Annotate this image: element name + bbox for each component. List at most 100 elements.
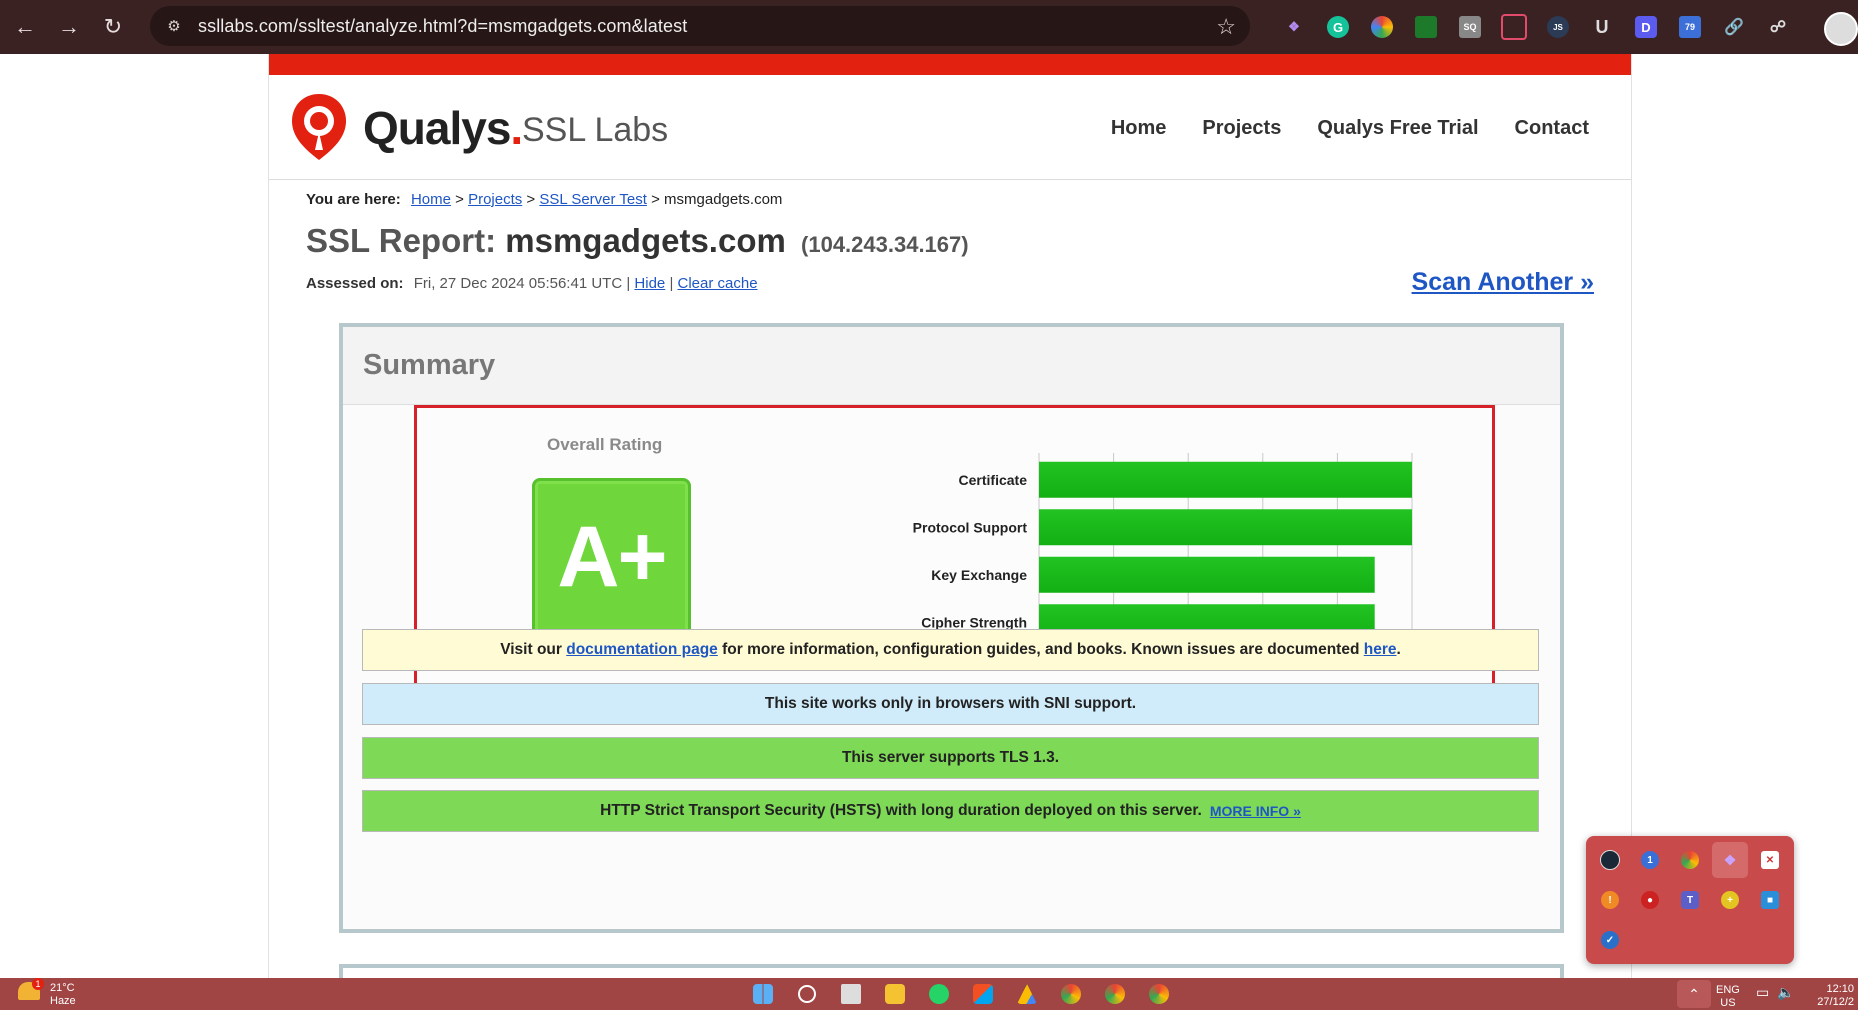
windows-start-icon[interactable]	[748, 980, 778, 1008]
language-indicator[interactable]: ENG US	[1716, 984, 1740, 1010]
clock-time: 12:10	[1826, 983, 1854, 995]
chevron-up-icon[interactable]: ⌃	[1677, 980, 1711, 1008]
weather-icon: 1	[18, 978, 44, 1000]
task-view-icon[interactable]	[836, 980, 866, 1008]
weather-widget[interactable]: 1 21°C Haze	[18, 978, 76, 1008]
breadcrumb-home[interactable]: Home	[411, 191, 451, 208]
page-title: SSL Report: msmgadgets.com (104.243.34.1…	[306, 222, 969, 259]
x-tray-icon[interactable]: ✕	[1752, 842, 1788, 878]
hsts-note: HTTP Strict Transport Security (HSTS) wi…	[362, 790, 1539, 832]
url-text[interactable]: ssllabs.com/ssltest/analyze.html?d=msmga…	[198, 16, 687, 37]
antivirus-tray-icon[interactable]: ●	[1632, 882, 1668, 918]
grade-badge: A+	[532, 478, 691, 637]
report-ip: (104.243.34.167)	[801, 232, 969, 257]
nav-free-trial[interactable]: Qualys Free Trial	[1317, 117, 1478, 140]
counter-extension-icon[interactable]: 79	[1671, 8, 1709, 46]
tls-note: This server supports TLS 1.3.	[362, 737, 1539, 779]
chrome-profile-2-icon[interactable]	[1100, 980, 1130, 1008]
browser-toolbar: ← → ↻ ⚙ ssllabs.com/ssltest/analyze.html…	[0, 0, 1858, 54]
site-info-icon[interactable]: ⚙	[164, 16, 184, 36]
nav-contact[interactable]: Contact	[1515, 117, 1589, 140]
overall-rating-label: Overall Rating	[547, 435, 663, 454]
chrome-profile-3-icon[interactable]	[1144, 980, 1174, 1008]
breadcrumb-ssl-server-test[interactable]: SSL Server Test	[539, 191, 647, 208]
scan-another-link[interactable]: Scan Another »	[1412, 268, 1594, 297]
network-tray-icon[interactable]: ■	[1752, 882, 1788, 918]
color-extension-icon[interactable]	[1363, 8, 1401, 46]
google-drive-icon[interactable]	[1012, 980, 1042, 1008]
bar	[1039, 556, 1375, 593]
bar	[1039, 461, 1412, 498]
site-header: Qualys. SSL Labs Home Projects Qualys Fr…	[269, 75, 1631, 180]
forward-icon[interactable]: →	[50, 8, 88, 46]
category-label: Certificate	[959, 472, 1028, 488]
search-icon[interactable]	[792, 980, 822, 1008]
whatsapp-icon[interactable]	[924, 980, 954, 1008]
bar	[1039, 509, 1412, 546]
extensions-tray: ❖ G SQ JS U D 79 🔗 ☍	[1275, 8, 1797, 46]
tree-extension-icon[interactable]	[1407, 8, 1445, 46]
summary-title: Summary	[363, 349, 496, 381]
breadcrumb-current: msmgadgets.com	[664, 191, 783, 208]
grade-text: A+	[557, 509, 667, 605]
feather-extension-icon[interactable]: ❖	[1275, 8, 1313, 46]
file-explorer-icon[interactable]	[880, 980, 910, 1008]
clock-date: 27/12/2	[1817, 996, 1854, 1008]
display-icon[interactable]: ▭	[1756, 984, 1769, 1001]
report-domain: msmgadgets.com	[505, 222, 786, 259]
system-tray: ▭ 🔈	[1756, 984, 1795, 1001]
nav-projects[interactable]: Projects	[1202, 117, 1281, 140]
seoquake-extension-icon[interactable]: SQ	[1451, 8, 1489, 46]
d-extension-icon[interactable]: D	[1627, 8, 1665, 46]
grammarly-extension-icon[interactable]: G	[1319, 8, 1357, 46]
taskbar: 1 21°C Haze ⌃ ENG US ▭ 🔈 12:10 27/12/2	[0, 978, 1858, 1010]
bookmark-star-icon[interactable]: ☆	[1216, 14, 1236, 40]
feather-tray-icon[interactable]: ❖	[1712, 842, 1748, 878]
weather-desc: Haze	[50, 995, 76, 1007]
category-label: Key Exchange	[931, 567, 1027, 583]
reload-icon[interactable]: ↻	[94, 8, 132, 46]
breadcrumb: You are here: Home > Projects > SSL Serv…	[306, 191, 783, 208]
profile-avatar[interactable]	[1824, 12, 1858, 46]
logo-subtitle: SSL Labs	[522, 111, 669, 149]
sync-tray-icon[interactable]: ✓	[1592, 922, 1628, 958]
u-extension-icon[interactable]: U	[1583, 8, 1621, 46]
taskbar-apps	[748, 980, 1174, 1008]
sni-note: This site works only in browsers with SN…	[362, 683, 1539, 725]
chrome-tray-icon[interactable]	[1672, 842, 1708, 878]
alert-tray-icon[interactable]: !	[1592, 882, 1628, 918]
steam-tray-icon[interactable]	[1592, 842, 1628, 878]
teams-tray-icon[interactable]: T	[1672, 882, 1708, 918]
breadcrumb-prefix: You are here:	[306, 191, 401, 208]
assessed-line: Assessed on: Fri, 27 Dec 2024 05:56:41 U…	[306, 275, 758, 292]
logo-wordmark[interactable]: Qualys.	[363, 101, 523, 155]
weather-temp: 21°C	[50, 982, 75, 994]
summary-header: Summary	[343, 327, 1560, 405]
address-bar[interactable]: ⚙ ssllabs.com/ssltest/analyze.html?d=msm…	[150, 6, 1250, 46]
store-icon[interactable]	[968, 980, 998, 1008]
back-icon[interactable]: ←	[6, 8, 44, 46]
hide-link[interactable]: Hide	[634, 275, 665, 292]
nav-home[interactable]: Home	[1111, 117, 1167, 140]
js-extension-icon[interactable]: JS	[1539, 8, 1577, 46]
chrome-profile-1-icon[interactable]	[1056, 980, 1086, 1008]
brand-strip	[269, 54, 1631, 75]
breadcrumb-projects[interactable]: Projects	[468, 191, 522, 208]
password-tray-icon[interactable]: 1	[1632, 842, 1668, 878]
top-nav: Home Projects Qualys Free Trial Contact	[1111, 117, 1589, 140]
summary-panel: Summary Overall Rating A+ 020406080100Ce…	[339, 323, 1564, 933]
known-issues-link[interactable]: here	[1364, 641, 1397, 659]
puzzle-extensions-icon[interactable]: ☍	[1759, 8, 1797, 46]
hsts-more-info-link[interactable]: MORE INFO »	[1210, 803, 1301, 819]
clear-cache-link[interactable]: Clear cache	[678, 275, 758, 292]
documentation-link[interactable]: documentation page	[566, 641, 718, 659]
screenshot-extension-icon[interactable]	[1495, 8, 1533, 46]
tray-overflow-popup: 1 ❖ ✕ ! ● T + ■ ✓	[1586, 836, 1794, 964]
qualys-logo-icon[interactable]	[289, 92, 349, 162]
assessed-date: Fri, 27 Dec 2024 05:56:41 UTC |	[413, 275, 631, 292]
plus-tray-icon[interactable]: +	[1712, 882, 1748, 918]
weather-badge: 1	[32, 978, 44, 990]
volume-icon[interactable]: 🔈	[1777, 984, 1794, 1001]
link-extension-icon[interactable]: 🔗	[1715, 8, 1753, 46]
clock[interactable]: 12:10 27/12/2	[1810, 983, 1854, 1009]
